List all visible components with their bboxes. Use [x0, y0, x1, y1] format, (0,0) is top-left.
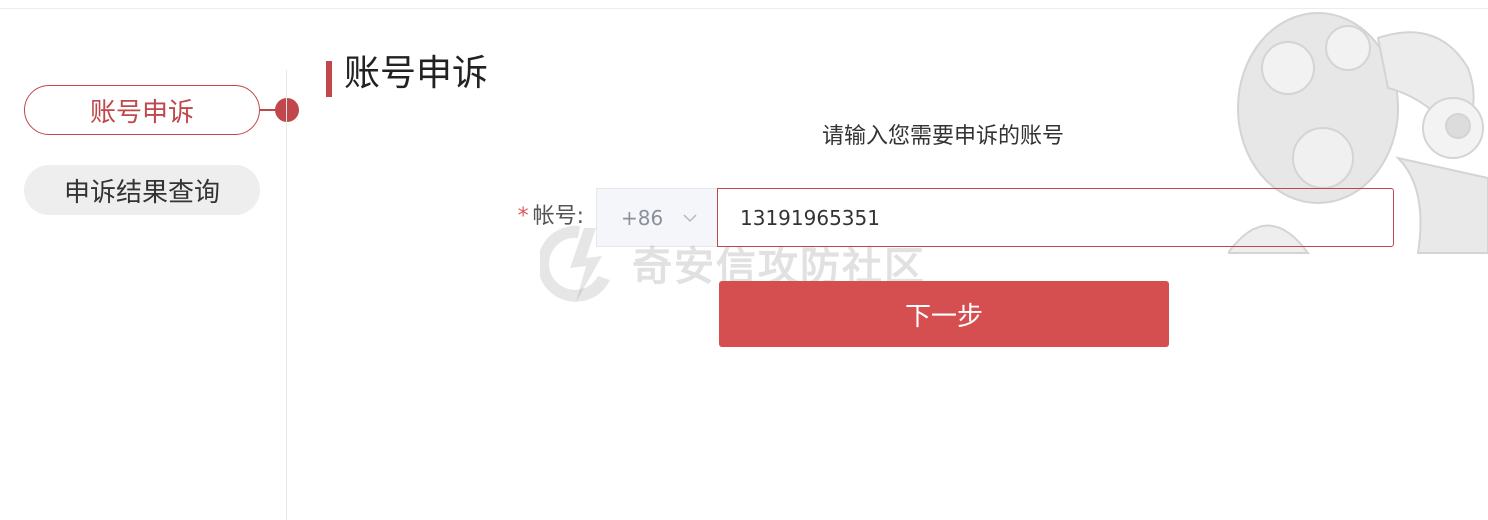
active-indicator-dot — [275, 98, 299, 122]
sidebar-item-account-appeal[interactable]: 账号申诉 — [24, 85, 260, 135]
form-prompt: 请输入您需要申诉的账号 — [821, 124, 1064, 149]
appeal-page: 账号申诉 申诉结果查询 账号申诉 请输入您需要申诉的账号 * 帐号: +86 奇安… — [0, 0, 1488, 520]
required-mark: * — [517, 204, 529, 229]
account-input[interactable] — [717, 188, 1394, 247]
sidebar-divider — [286, 70, 287, 520]
sidebar-item-label: 账号申诉 — [89, 97, 194, 128]
account-field-label: * 帐号: — [480, 202, 584, 232]
sidebar-item-appeal-result-query[interactable]: 申诉结果查询 — [24, 165, 260, 215]
country-code-value: +86 — [621, 205, 664, 230]
sidebar-item-label: 申诉结果查询 — [63, 177, 220, 208]
country-code-select[interactable]: +86 — [596, 188, 717, 247]
next-step-button[interactable]: 下一步 — [719, 281, 1169, 347]
account-label-text: 帐号: — [532, 204, 584, 229]
title-accent-bar — [326, 61, 332, 97]
chevron-down-icon — [683, 214, 697, 223]
page-title: 账号申诉 — [344, 53, 489, 94]
